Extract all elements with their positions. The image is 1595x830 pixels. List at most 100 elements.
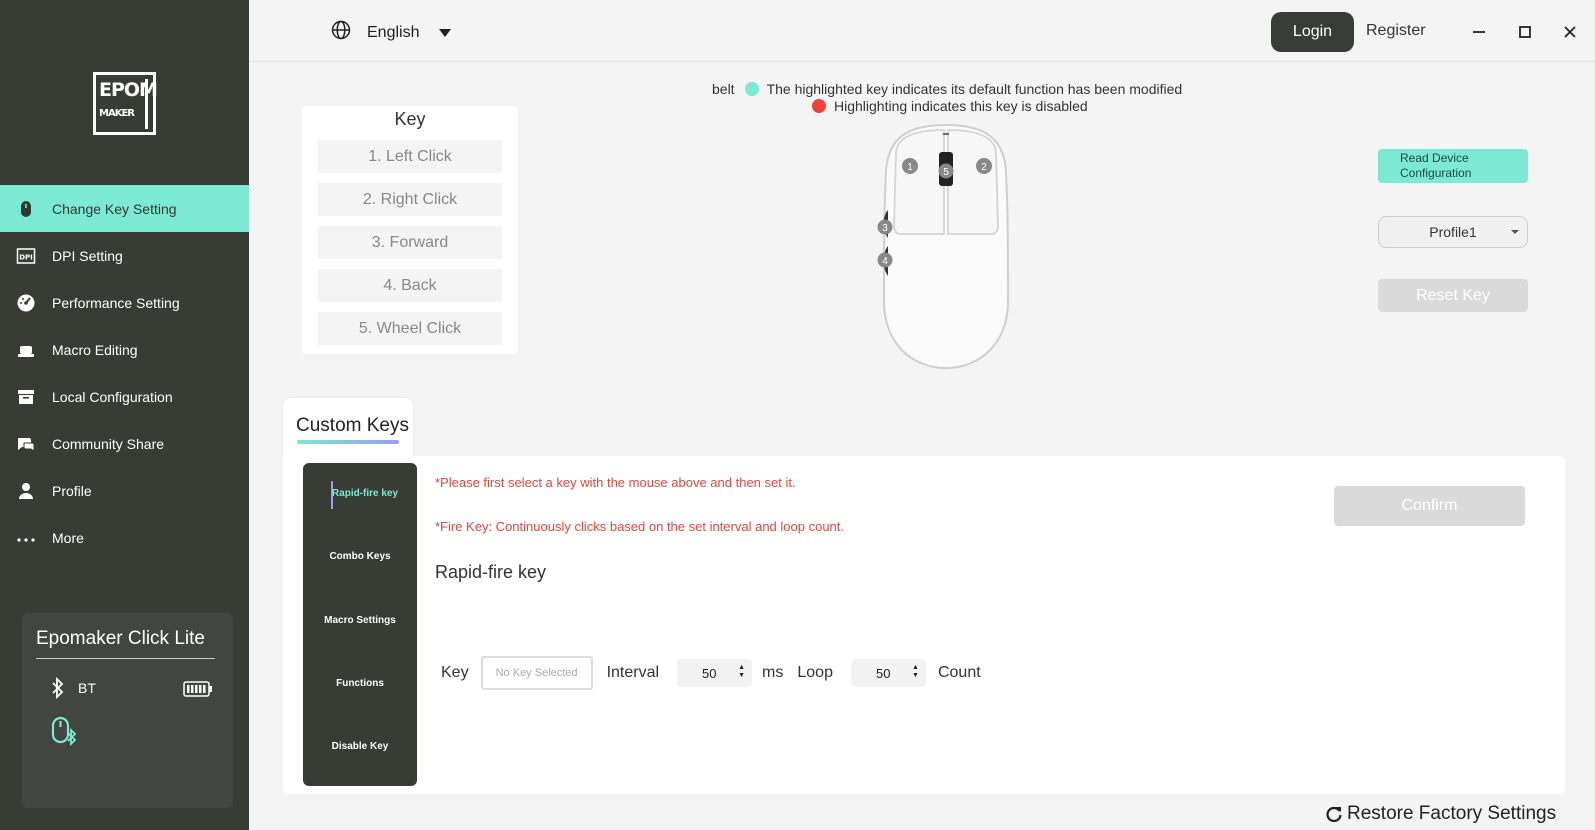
key-marker-3[interactable]: 3 bbox=[877, 219, 893, 235]
fire-key-note: *Fire Key: Continuously clicks based on … bbox=[435, 519, 845, 534]
logo-text-top: EPOM bbox=[99, 79, 158, 101]
language-selector[interactable]: English bbox=[331, 20, 452, 45]
subnav-macro-settings[interactable]: Macro Settings bbox=[303, 615, 417, 626]
key-marker-label: 5 bbox=[943, 167, 949, 178]
device-name: Epomaker Click Lite bbox=[36, 628, 205, 649]
key-item-left-click[interactable]: 1. Left Click bbox=[318, 140, 502, 173]
maximize-icon[interactable] bbox=[1513, 20, 1537, 44]
restore-factory-settings-button[interactable]: Restore Factory Settings bbox=[1325, 803, 1556, 825]
logo-text-bottom: MAKER bbox=[99, 108, 135, 119]
interval-label: Interval bbox=[606, 664, 660, 681]
key-list-panel: Key 1. Left Click 2. Right Click 3. Forw… bbox=[302, 106, 518, 354]
key-select-field[interactable]: No Key Selected bbox=[480, 656, 593, 690]
sidebar-item-dpi-setting[interactable]: DPI DPI Setting bbox=[0, 232, 249, 279]
chevron-down-icon bbox=[1511, 230, 1519, 234]
modified-dot bbox=[744, 82, 759, 96]
disabled-dot bbox=[812, 99, 826, 113]
legend-disabled: Highlighting indicates this key is disab… bbox=[812, 98, 1088, 114]
interval-value: 50 bbox=[702, 665, 717, 681]
read-config-line1: Read Device bbox=[1400, 151, 1469, 165]
bluetooth-icon bbox=[52, 676, 64, 700]
refresh-icon bbox=[1326, 806, 1342, 823]
subnav-rapid-fire-key[interactable]: Rapid-fire key bbox=[303, 488, 417, 499]
svg-text:DPI: DPI bbox=[19, 253, 33, 261]
globe-icon bbox=[331, 20, 351, 45]
chat-icon bbox=[0, 434, 52, 454]
sidebar-item-label: Community Share bbox=[52, 435, 165, 452]
sidebar-item-label: Performance Setting bbox=[52, 294, 180, 311]
wireless-mouse-icon bbox=[50, 715, 78, 752]
profile-select[interactable]: Profile1 bbox=[1378, 216, 1528, 248]
tab-underline bbox=[297, 440, 399, 444]
sidebar-item-label: More bbox=[52, 529, 84, 546]
sidebar-item-macro-editing[interactable]: Macro Editing bbox=[0, 326, 249, 373]
reset-key-button[interactable]: Reset Key bbox=[1378, 279, 1528, 312]
device-card: Epomaker Click Lite BT bbox=[22, 613, 233, 808]
legend-modified-text: The highlighted key indicates its defaul… bbox=[766, 81, 1183, 97]
read-device-configuration-button[interactable]: Read Device Configuration bbox=[1378, 149, 1528, 183]
connection-status: BT bbox=[50, 676, 96, 700]
right-button-shape[interactable] bbox=[947, 129, 999, 235]
macro-icon bbox=[0, 340, 52, 360]
loop-stepper[interactable]: 50 ▲ ▼ bbox=[850, 659, 926, 687]
loop-label: Loop bbox=[797, 664, 833, 681]
rapid-fire-settings-row: Key No Key Selected Interval 50 ▲ ▼ ms Lo… bbox=[441, 655, 981, 691]
left-button-shape[interactable] bbox=[893, 129, 945, 235]
sidebar-item-community-share[interactable]: Community Share bbox=[0, 420, 249, 467]
key-item-forward[interactable]: 3. Forward bbox=[318, 226, 502, 259]
key-item-right-click[interactable]: 2. Right Click bbox=[318, 183, 502, 216]
key-item-wheel-click[interactable]: 5. Wheel Click bbox=[318, 312, 502, 345]
subnav-functions[interactable]: Functions bbox=[303, 678, 417, 689]
profile-select-value: Profile1 bbox=[1429, 224, 1477, 240]
minimize-icon[interactable] bbox=[1467, 20, 1491, 44]
subnav-disable-key[interactable]: Disable Key bbox=[303, 741, 417, 752]
speedometer-icon bbox=[0, 293, 52, 313]
register-link[interactable]: Register bbox=[1366, 22, 1426, 40]
section-title: Rapid-fire key bbox=[435, 562, 547, 582]
dpi-icon: DPI bbox=[0, 246, 52, 266]
spinner-arrows-icon[interactable]: ▲ ▼ bbox=[738, 664, 745, 680]
custom-keys-panel: Rapid-fire key Combo Keys Macro Settings… bbox=[283, 456, 1565, 794]
sidebar-item-change-key-setting[interactable]: Change Key Setting bbox=[0, 185, 249, 232]
top-bar: English Login Register bbox=[249, 0, 1595, 62]
interval-unit: ms bbox=[762, 664, 784, 681]
key-marker-1[interactable]: 1 bbox=[902, 158, 918, 174]
legend-prefix: belt bbox=[712, 81, 735, 97]
key-marker-label: 2 bbox=[981, 162, 987, 173]
sidebar-item-performance-setting[interactable]: Performance Setting bbox=[0, 279, 249, 326]
key-list-title: Key bbox=[394, 109, 426, 129]
sidebar-item-label: Local Configuration bbox=[52, 388, 173, 405]
chevron-down-icon bbox=[439, 28, 452, 37]
legend-modified: belt The highlighted key indicates its d… bbox=[712, 81, 1182, 97]
mouse-icon bbox=[0, 199, 52, 219]
interval-stepper[interactable]: 50 ▲ ▼ bbox=[677, 659, 753, 687]
subnav-combo-keys[interactable]: Combo Keys bbox=[303, 551, 417, 562]
restore-label: Restore Factory Settings bbox=[1347, 803, 1557, 824]
sidebar-item-profile[interactable]: Profile bbox=[0, 467, 249, 514]
sidebar: EPOM MAKER Change Key Setting DPI DPI Se… bbox=[0, 0, 249, 830]
sidebar-item-label: DPI Setting bbox=[52, 247, 123, 264]
key-marker-label: 3 bbox=[882, 223, 888, 234]
tab-custom-keys[interactable]: Custom Keys bbox=[283, 398, 413, 458]
instruction-note: *Please first select a key with the mous… bbox=[435, 475, 796, 490]
legend-disabled-text: Highlighting indicates this key is disab… bbox=[834, 98, 1088, 114]
key-item-back[interactable]: 4. Back bbox=[318, 269, 502, 302]
login-button[interactable]: Login bbox=[1271, 12, 1354, 52]
key-marker-2[interactable]: 2 bbox=[976, 158, 992, 174]
user-icon bbox=[0, 481, 52, 501]
connection-label: BT bbox=[78, 680, 96, 696]
key-label: Key bbox=[441, 664, 469, 681]
close-icon[interactable] bbox=[1558, 20, 1582, 44]
confirm-button[interactable]: Confirm bbox=[1334, 486, 1525, 526]
sidebar-item-more[interactable]: More bbox=[0, 514, 249, 561]
key-marker-5[interactable]: 5 bbox=[938, 163, 954, 179]
key-marker-label: 4 bbox=[882, 256, 888, 267]
sidebar-item-label: Profile bbox=[52, 482, 92, 499]
key-marker-4[interactable]: 4 bbox=[877, 252, 893, 268]
spinner-arrows-icon[interactable]: ▲ ▼ bbox=[912, 664, 919, 680]
sidebar-item-local-configuration[interactable]: Local Configuration bbox=[0, 373, 249, 420]
mouse-diagram: 1 2 3 4 5 bbox=[877, 123, 1010, 370]
sidebar-nav: Change Key Setting DPI DPI Setting Perfo… bbox=[0, 185, 249, 561]
function-subnav: Rapid-fire key Combo Keys Macro Settings… bbox=[303, 463, 417, 786]
loop-value: 50 bbox=[875, 665, 891, 681]
